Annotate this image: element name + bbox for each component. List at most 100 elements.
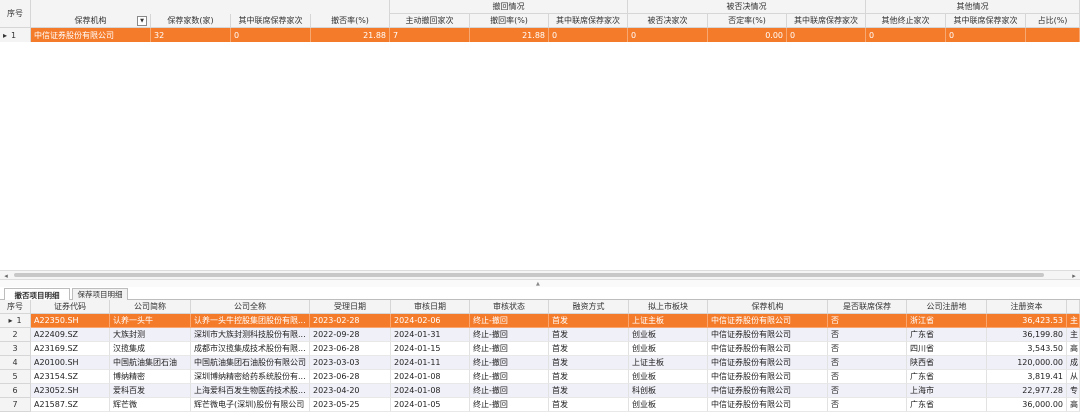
- cell-region[interactable]: 广东省: [907, 370, 987, 384]
- cell-joint[interactable]: 否: [828, 356, 907, 370]
- cell-accept-date[interactable]: 2023-06-28: [310, 342, 391, 356]
- cell-rejected-count[interactable]: 0: [628, 28, 708, 42]
- cell-region[interactable]: 广东省: [907, 398, 987, 412]
- cell-withdraw-reject-rate[interactable]: 21.88: [311, 28, 390, 42]
- scroll-left-icon[interactable]: ◂: [0, 271, 12, 280]
- scrollbar-thumb[interactable]: [14, 273, 1044, 277]
- row-seq[interactable]: ▸ 1: [0, 314, 31, 328]
- col-header-accept-date[interactable]: 受理日期: [310, 300, 391, 314]
- cell-joint[interactable]: 否: [828, 398, 907, 412]
- cell-region[interactable]: 浙江省: [907, 314, 987, 328]
- col-header-withdraw-rate[interactable]: 撤回率(%): [470, 14, 549, 28]
- cell-short-name[interactable]: 辉芒微: [110, 398, 191, 412]
- cell-code[interactable]: A23154.SZ: [31, 370, 110, 384]
- cell-sponsor[interactable]: 中信证券股份有限公司: [31, 28, 151, 42]
- col-header-board[interactable]: 拟上市板块: [629, 300, 708, 314]
- horizontal-scrollbar[interactable]: ◂ ▸: [0, 270, 1080, 280]
- cell-active-withdraw[interactable]: 7: [390, 28, 470, 42]
- cell-board[interactable]: 创业板: [629, 328, 708, 342]
- col-header-financing[interactable]: 融资方式: [549, 300, 629, 314]
- scroll-right-icon[interactable]: ▸: [1068, 271, 1080, 280]
- cell-accept-date[interactable]: 2023-02-28: [310, 314, 391, 328]
- col-header-ratio[interactable]: 占比(%): [1026, 14, 1080, 28]
- cell-review-status[interactable]: 终止-撤回: [470, 356, 549, 370]
- cell-region[interactable]: 陕西省: [907, 356, 987, 370]
- cell-extra[interactable]: 成: [1067, 356, 1080, 370]
- cell-joint[interactable]: 否: [828, 342, 907, 356]
- cell-extra[interactable]: 高: [1067, 398, 1080, 412]
- cell-ratio[interactable]: [1026, 28, 1080, 42]
- cell-code[interactable]: A23052.SH: [31, 384, 110, 398]
- col-header-code[interactable]: 证券代码: [31, 300, 110, 314]
- row-seq[interactable]: 5: [0, 370, 31, 384]
- cell-full-name[interactable]: 上海爱科百发生物医药技术股...: [191, 384, 310, 398]
- col-header-reject-rate[interactable]: 否定率(%): [708, 14, 787, 28]
- cell-accept-date[interactable]: 2022-09-28: [310, 328, 391, 342]
- cell-review-status[interactable]: 终止-撤回: [470, 342, 549, 356]
- row-seq[interactable]: 6: [0, 384, 31, 398]
- cell-region[interactable]: 四川省: [907, 342, 987, 356]
- col-header-rejected-count[interactable]: 被否决家次: [628, 14, 708, 28]
- cell-financing[interactable]: 首发: [549, 356, 629, 370]
- cell-joint[interactable]: 否: [828, 328, 907, 342]
- col-header-other-terminate[interactable]: 其他终止家次: [866, 14, 946, 28]
- cell-short-name[interactable]: 中国航油集团石油: [110, 356, 191, 370]
- cell-short-name[interactable]: 爱科百发: [110, 384, 191, 398]
- cell-capital[interactable]: 36,199.80: [987, 328, 1067, 342]
- cell-short-name[interactable]: 汉揽集成: [110, 342, 191, 356]
- cell-code[interactable]: A21587.SZ: [31, 398, 110, 412]
- cell-review-date[interactable]: 2024-02-06: [391, 314, 470, 328]
- cell-board[interactable]: 创业板: [629, 398, 708, 412]
- col-header-full-name[interactable]: 公司全称: [191, 300, 310, 314]
- cell-other-terminate[interactable]: 0: [866, 28, 946, 42]
- cell-board[interactable]: 创业板: [629, 342, 708, 356]
- cell-code[interactable]: A23169.SZ: [31, 342, 110, 356]
- col-header-review-status[interactable]: 审核状态: [470, 300, 549, 314]
- cell-review-status[interactable]: 终止-撤回: [470, 314, 549, 328]
- col-header-seq[interactable]: 序号: [0, 300, 31, 314]
- row-seq[interactable]: 3: [0, 342, 31, 356]
- cell-full-name[interactable]: 认养一头牛控股集团股份有限...: [191, 314, 310, 328]
- cell-board[interactable]: 上证主板: [629, 314, 708, 328]
- cell-sponsor[interactable]: 中信证券股份有限公司: [708, 314, 828, 328]
- cell-code[interactable]: A22350.SH: [31, 314, 110, 328]
- cell-sponsor[interactable]: 中信证券股份有限公司: [708, 398, 828, 412]
- col-header-review-date[interactable]: 审核日期: [391, 300, 470, 314]
- col-header-active-withdraw[interactable]: 主动撤回家次: [390, 14, 470, 28]
- cell-joint[interactable]: 否: [828, 370, 907, 384]
- table-row-seq[interactable]: ▸ 1: [0, 28, 31, 42]
- cell-review-date[interactable]: 2024-01-31: [391, 328, 470, 342]
- col-header-short-name[interactable]: 公司简称: [110, 300, 191, 314]
- col-header-withdraw-reject-rate[interactable]: 撤否率(%): [311, 14, 390, 28]
- cell-board[interactable]: 上证主板: [629, 356, 708, 370]
- cell-capital[interactable]: 36,000.00: [987, 398, 1067, 412]
- cell-extra[interactable]: 主: [1067, 314, 1080, 328]
- cell-board[interactable]: 科创板: [629, 384, 708, 398]
- cell-review-date[interactable]: 2024-01-08: [391, 384, 470, 398]
- cell-financing[interactable]: 首发: [549, 398, 629, 412]
- cell-full-name[interactable]: 深圳博纳精密给药系统股份有...: [191, 370, 310, 384]
- cell-region[interactable]: 上海市: [907, 384, 987, 398]
- col-header-sponsor-count[interactable]: 保荐家数(家): [151, 14, 231, 28]
- cell-extra[interactable]: 主: [1067, 328, 1080, 342]
- cell-review-status[interactable]: 终止-撤回: [470, 384, 549, 398]
- col-header-withdraw-joint[interactable]: 其中联席保荐家次: [549, 14, 628, 28]
- cell-joint[interactable]: 否: [828, 314, 907, 328]
- cell-joint-count[interactable]: 0: [231, 28, 311, 42]
- cell-reject-rate[interactable]: 0.00: [708, 28, 787, 42]
- col-header-region[interactable]: 公司注册地: [907, 300, 987, 314]
- col-header-joint[interactable]: 是否联席保荐: [828, 300, 907, 314]
- col-header-joint-count[interactable]: 其中联席保荐家次: [231, 14, 311, 28]
- col-header-reject-joint[interactable]: 其中联席保荐家次: [787, 14, 866, 28]
- cell-accept-date[interactable]: 2023-04-20: [310, 384, 391, 398]
- cell-sponsor-count[interactable]: 32: [151, 28, 231, 42]
- cell-extra[interactable]: 从: [1067, 370, 1080, 384]
- cell-review-status[interactable]: 终止-撤回: [470, 398, 549, 412]
- cell-accept-date[interactable]: 2023-05-25: [310, 398, 391, 412]
- cell-capital[interactable]: 3,543.50: [987, 342, 1067, 356]
- col-header-sponsor[interactable]: 保荐机构 ▼: [31, 14, 151, 28]
- row-seq[interactable]: 7: [0, 398, 31, 412]
- cell-capital[interactable]: 22,977.28: [987, 384, 1067, 398]
- cell-sponsor[interactable]: 中信证券股份有限公司: [708, 356, 828, 370]
- cell-board[interactable]: 创业板: [629, 370, 708, 384]
